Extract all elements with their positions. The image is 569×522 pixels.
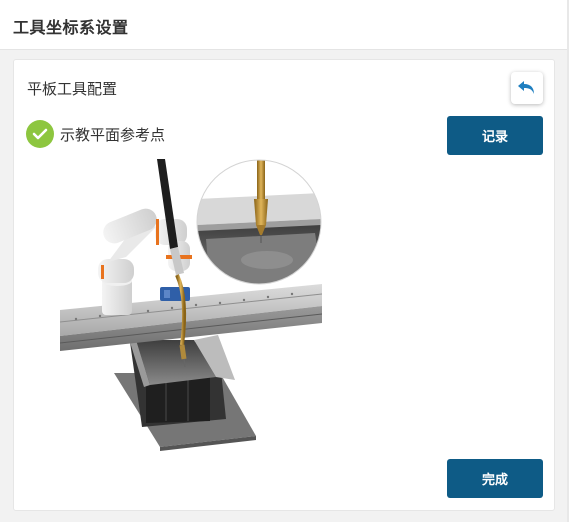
step-label: 示教平面参考点 xyxy=(60,125,166,144)
page-title: 工具坐标系设置 xyxy=(13,18,129,37)
step-row: 示教平面参考点 xyxy=(26,119,165,149)
undo-arrow-icon xyxy=(518,81,534,94)
undo-button[interactable] xyxy=(511,72,543,104)
robot-arm-illustration xyxy=(60,159,322,451)
record-button[interactable]: 记录 xyxy=(447,116,543,155)
finish-button[interactable]: 完成 xyxy=(447,459,543,498)
card-title: 平板工具配置 xyxy=(27,80,118,98)
page-header: 工具坐标系设置 xyxy=(0,0,569,50)
tool-config-card: 平板工具配置 示教平面参考点 记录 完成 xyxy=(13,59,555,511)
check-circle-icon xyxy=(26,120,54,148)
